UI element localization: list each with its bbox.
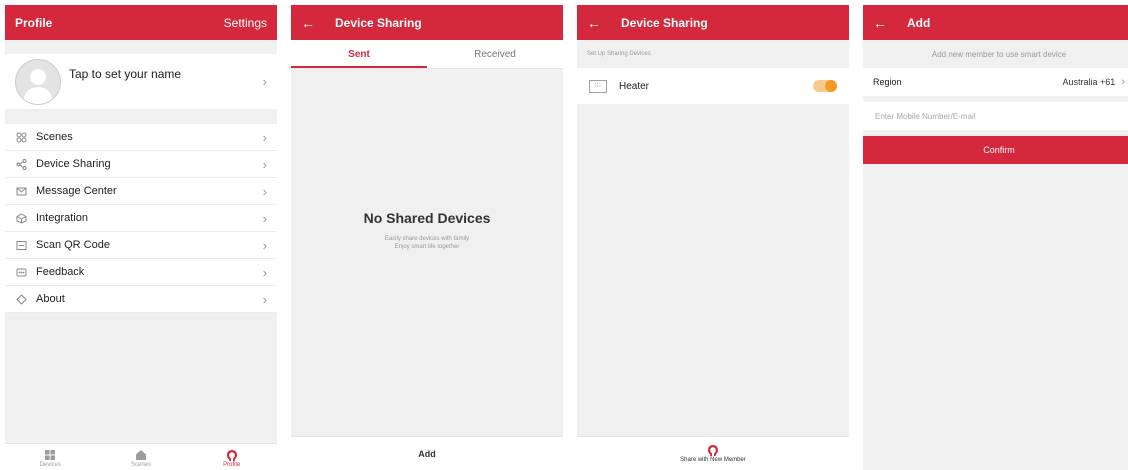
nav-label: Devices [39,462,61,468]
app-screens: Profile Settings Tap to set your name › … [0,0,1128,470]
confirm-button[interactable]: Confirm [863,136,1128,164]
region-selector[interactable]: Region Australia +61 › [863,68,1128,96]
back-arrow-icon[interactable]: ← [873,16,895,30]
chevron-right-icon: › [262,210,267,226]
add-member-screen: ← Add Add new member to use smart device… [863,5,1128,470]
empty-title: No Shared Devices [363,210,491,226]
bottom-nav: Devices Scenes Profile [5,443,277,470]
chevron-right-icon: › [262,74,267,89]
nav-label: Profile [223,462,241,468]
home-icon [135,448,147,462]
heater-icon: ⁞⁞⁞ [589,79,607,93]
chevron-right-icon: › [1121,76,1125,88]
add-button[interactable]: Add [291,436,563,470]
about-icon [15,293,27,305]
nav-devices[interactable]: Devices [5,444,96,470]
scenes-icon [15,131,27,143]
page-title: Device Sharing [621,15,708,30]
device-sharing-topbar: ← Device Sharing [291,5,563,40]
section-label: Set Up Sharing Devices [587,51,651,57]
device-row-heater[interactable]: ⁞⁞⁞ Heater [577,68,849,104]
menu-item-device-sharing[interactable]: Device Sharing › [5,151,277,178]
menu-item-integration[interactable]: Integration › [5,205,277,232]
profile-menu: Scenes › Device Sharing › Message Center… [5,124,277,313]
chevron-right-icon: › [262,291,267,307]
page-title: Add [907,15,931,30]
menu-item-label: Scan QR Code [36,239,110,251]
menu-item-label: Message Center [36,185,117,197]
chevron-right-icon: › [262,183,267,199]
menu-item-feedback[interactable]: Feedback › [5,259,277,286]
profile-card[interactable]: Tap to set your name › [5,54,277,109]
share-label: Share with New Member [680,457,746,463]
empty-line-2: Enjoy smart life together [394,244,460,250]
profile-name: Tap to set your name [69,66,182,81]
menu-item-label: Feedback [36,266,85,278]
page-title: Profile [15,15,53,30]
menu-item-scan-qr-code[interactable]: Scan QR Code › [5,232,277,259]
profile-screen: Profile Settings Tap to set your name › … [5,5,277,470]
page-title: Device Sharing [335,15,422,30]
nav-scenes[interactable]: Scenes [96,444,187,470]
device-sharing-setup-screen: ← Device Sharing Set Up Sharing Devices … [577,5,849,470]
empty-state: No Shared Devices Easily share devices w… [291,210,563,251]
message-icon [15,185,27,197]
integration-icon [15,212,27,224]
share-with-new-member-button[interactable]: Share with New Member [577,436,849,470]
add-topbar: ← Add [863,5,1128,40]
back-arrow-icon[interactable]: ← [587,16,609,30]
share-toggle[interactable] [813,80,837,92]
nav-profile[interactable]: Profile [186,444,277,470]
profile-topbar: Profile Settings [5,5,277,40]
empty-line-1: Easily share devices with family [384,236,470,242]
share-icon [15,158,27,170]
feedback-icon [15,266,27,278]
tab-sent[interactable]: Sent [291,40,427,68]
empty-subtitle: Easily share devices with family Enjoy s… [291,235,563,251]
nav-label: Scenes [131,462,152,468]
chevron-right-icon: › [262,156,267,172]
devices-icon [44,448,56,462]
region-label: Region [873,77,902,87]
chevron-right-icon: › [262,264,267,280]
profile-icon [707,444,719,457]
region-value: Australia +61 [1062,77,1116,87]
menu-item-message-center[interactable]: Message Center › [5,178,277,205]
menu-item-label: About [36,293,65,305]
menu-item-label: Integration [36,212,88,224]
avatar [15,58,61,105]
chevron-right-icon: › [262,237,267,253]
back-arrow-icon[interactable]: ← [301,16,323,30]
device-sharing-screen: ← Device Sharing Sent Received No Shared… [291,5,563,470]
device-sharing-topbar: ← Device Sharing [577,5,849,40]
device-name: Heater [619,80,650,92]
sharing-tabs: Sent Received [291,40,563,69]
contact-input-wrapper [863,102,1128,130]
tab-received[interactable]: Received [427,40,563,68]
settings-button[interactable]: Settings [224,16,267,30]
menu-item-scenes[interactable]: Scenes › [5,124,277,151]
mobile-email-input[interactable] [873,110,1125,122]
menu-item-about[interactable]: About › [5,286,277,313]
menu-item-label: Scenes [36,131,73,143]
helper-text: Add new member to use smart device [931,49,1067,59]
chevron-right-icon: › [262,129,267,145]
profile-icon [226,448,238,462]
qr-code-icon [15,239,27,251]
menu-item-label: Device Sharing [36,158,111,170]
